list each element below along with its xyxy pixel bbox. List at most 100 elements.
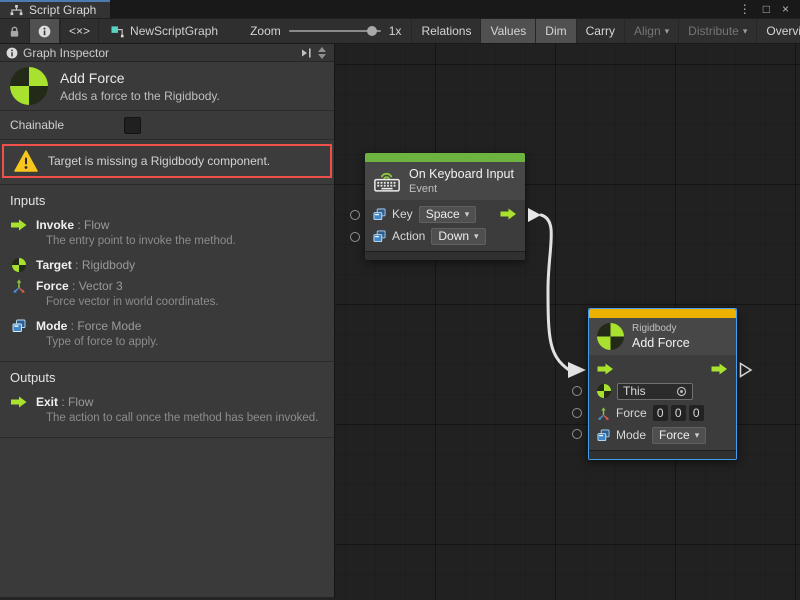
values-button[interactable]: Values: [480, 19, 535, 43]
distribute-dropdown[interactable]: Distribute ▾: [678, 19, 756, 43]
flow-output-port[interactable]: [500, 208, 517, 220]
node-footer: [589, 450, 736, 459]
maximize-icon[interactable]: □: [760, 0, 773, 18]
graph-toolbar: <×> NewScriptGraph Zoom 1x Relations Val…: [0, 18, 800, 44]
node-body: Key Space ▾ Action Down ▾: [365, 200, 525, 251]
unit-title: Add Force: [60, 70, 220, 86]
window-controls: ⋮ □ ×: [736, 0, 800, 18]
port-desc: Force vector in world coordinates.: [10, 294, 324, 313]
key-dropdown[interactable]: Space ▾: [419, 206, 477, 223]
object-picker-icon[interactable]: [676, 386, 687, 397]
flow-continue-arrow[interactable]: [739, 362, 753, 378]
inspector-empty-area: [0, 438, 334, 597]
input-port[interactable]: [572, 429, 582, 439]
flow-output-port[interactable]: [711, 363, 728, 375]
force-x-field[interactable]: 0: [653, 405, 668, 421]
lock-button[interactable]: [0, 19, 30, 43]
kebab-menu-icon[interactable]: ⋮: [736, 0, 754, 18]
force-z-field[interactable]: 0: [689, 405, 704, 421]
dim-button[interactable]: Dim: [535, 19, 575, 43]
inputs-section: Inputs Invoke : Flow The entry point to …: [0, 185, 334, 362]
vector3-icon: [597, 407, 610, 420]
zoom-slider-knob[interactable]: [367, 26, 377, 36]
port-item-mode: Mode : Force Mode Type of force to apply…: [0, 315, 334, 355]
action-dropdown[interactable]: Down ▾: [431, 228, 485, 245]
enum-icon: [373, 208, 386, 221]
close-icon[interactable]: ×: [779, 0, 792, 18]
zoom-slider[interactable]: [289, 30, 381, 32]
target-row: This: [589, 380, 736, 402]
scroll-up-icon[interactable]: [318, 47, 326, 52]
unit-header-text: Add Force Adds a force to the Rigidbody.: [60, 70, 220, 103]
rigidbody-icon: [597, 384, 611, 398]
force-row: Force 000: [589, 402, 736, 424]
carry-button[interactable]: Carry: [576, 19, 624, 43]
force-label: Force: [616, 406, 647, 420]
port-item-exit: Exit : Flow The action to call once the …: [0, 391, 334, 431]
node-category: Rigidbody: [632, 323, 690, 334]
vector3-icon: [10, 279, 28, 293]
unit-header: Add Force Adds a force to the Rigidbody.: [0, 62, 334, 111]
input-port[interactable]: [350, 232, 360, 242]
outputs-heading: Outputs: [0, 370, 334, 391]
zoom-control: Zoom 1x: [230, 19, 411, 43]
input-port[interactable]: [572, 408, 582, 418]
chainable-row: Chainable: [0, 111, 334, 140]
info-icon: [38, 25, 51, 38]
action-row: Action Down ▾: [365, 225, 525, 247]
force-y-field[interactable]: 0: [671, 405, 686, 421]
input-port[interactable]: [572, 386, 582, 396]
port-desc: The entry point to invoke the method.: [10, 233, 324, 252]
warning-icon: [14, 150, 38, 172]
enum-icon: [597, 429, 610, 442]
info-icon: [6, 47, 18, 59]
enum-icon: [10, 319, 28, 333]
node-on-keyboard-input[interactable]: On Keyboard Input Event Key Space ▾ Acti…: [365, 153, 525, 260]
graph-canvas[interactable]: On Keyboard Input Event Key Space ▾ Acti…: [335, 44, 800, 600]
warning-section: Target is missing a Rigidbody component.: [0, 140, 334, 185]
node-subtitle: Event: [409, 183, 514, 195]
script-graph-window: Script Graph ⋮ □ × <×> NewScriptGraph Zo…: [0, 0, 800, 600]
action-label: Action: [392, 229, 425, 243]
graph-inspector-panel: Graph Inspector Add Force Adds a force t…: [0, 44, 335, 600]
unit-summary: Adds a force to the Rigidbody.: [60, 89, 220, 103]
relations-button[interactable]: Relations: [411, 19, 480, 43]
scroll-down-icon[interactable]: [318, 54, 326, 59]
graph-breadcrumb[interactable]: NewScriptGraph: [99, 19, 230, 43]
wire-start-arrow[interactable]: [528, 208, 541, 222]
overview-button[interactable]: Overview: [756, 19, 800, 43]
key-row: Key Space ▾: [365, 203, 525, 225]
zoom-label: Zoom: [250, 24, 281, 38]
scroll-arrows: [318, 47, 328, 59]
target-field[interactable]: This: [617, 383, 693, 400]
script-graph-icon: [10, 5, 23, 16]
inspector-toggle-button[interactable]: [30, 19, 60, 43]
chevron-down-icon: ▾: [665, 26, 670, 37]
mode-dropdown[interactable]: Force ▾: [652, 427, 706, 444]
dock-panel-icon[interactable]: [301, 47, 313, 59]
flow-arrow-icon: [10, 396, 28, 408]
warning-colorbar: [589, 309, 736, 318]
rigidbody-icon: [10, 258, 28, 272]
tab-script-graph[interactable]: Script Graph: [0, 0, 110, 18]
port-item-invoke: Invoke : Flow The entry point to invoke …: [0, 214, 334, 254]
tab-label: Script Graph: [29, 3, 96, 17]
chainable-checkbox[interactable]: [124, 117, 141, 134]
key-label: Key: [392, 207, 413, 221]
keyboard-icon: [373, 170, 401, 193]
chevron-down-icon: ▾: [465, 209, 470, 220]
chevron-down-icon: ▾: [474, 231, 479, 242]
align-dropdown[interactable]: Align ▾: [624, 19, 678, 43]
flow-input-port[interactable]: [597, 363, 614, 375]
flow-row: [589, 358, 736, 380]
flow-arrow-icon: [10, 219, 28, 231]
lock-icon: [8, 25, 21, 38]
mode-row: Mode Force ▾: [589, 424, 736, 446]
code-view-button[interactable]: <×>: [61, 19, 99, 43]
warning-text: Target is missing a Rigidbody component.: [48, 154, 270, 168]
input-port[interactable]: [350, 210, 360, 220]
mode-label: Mode: [616, 428, 646, 442]
node-title: On Keyboard Input: [409, 167, 514, 181]
port-desc: The action to call once the method has b…: [10, 410, 324, 429]
node-add-force[interactable]: Rigidbody Add Force This: [588, 308, 737, 460]
